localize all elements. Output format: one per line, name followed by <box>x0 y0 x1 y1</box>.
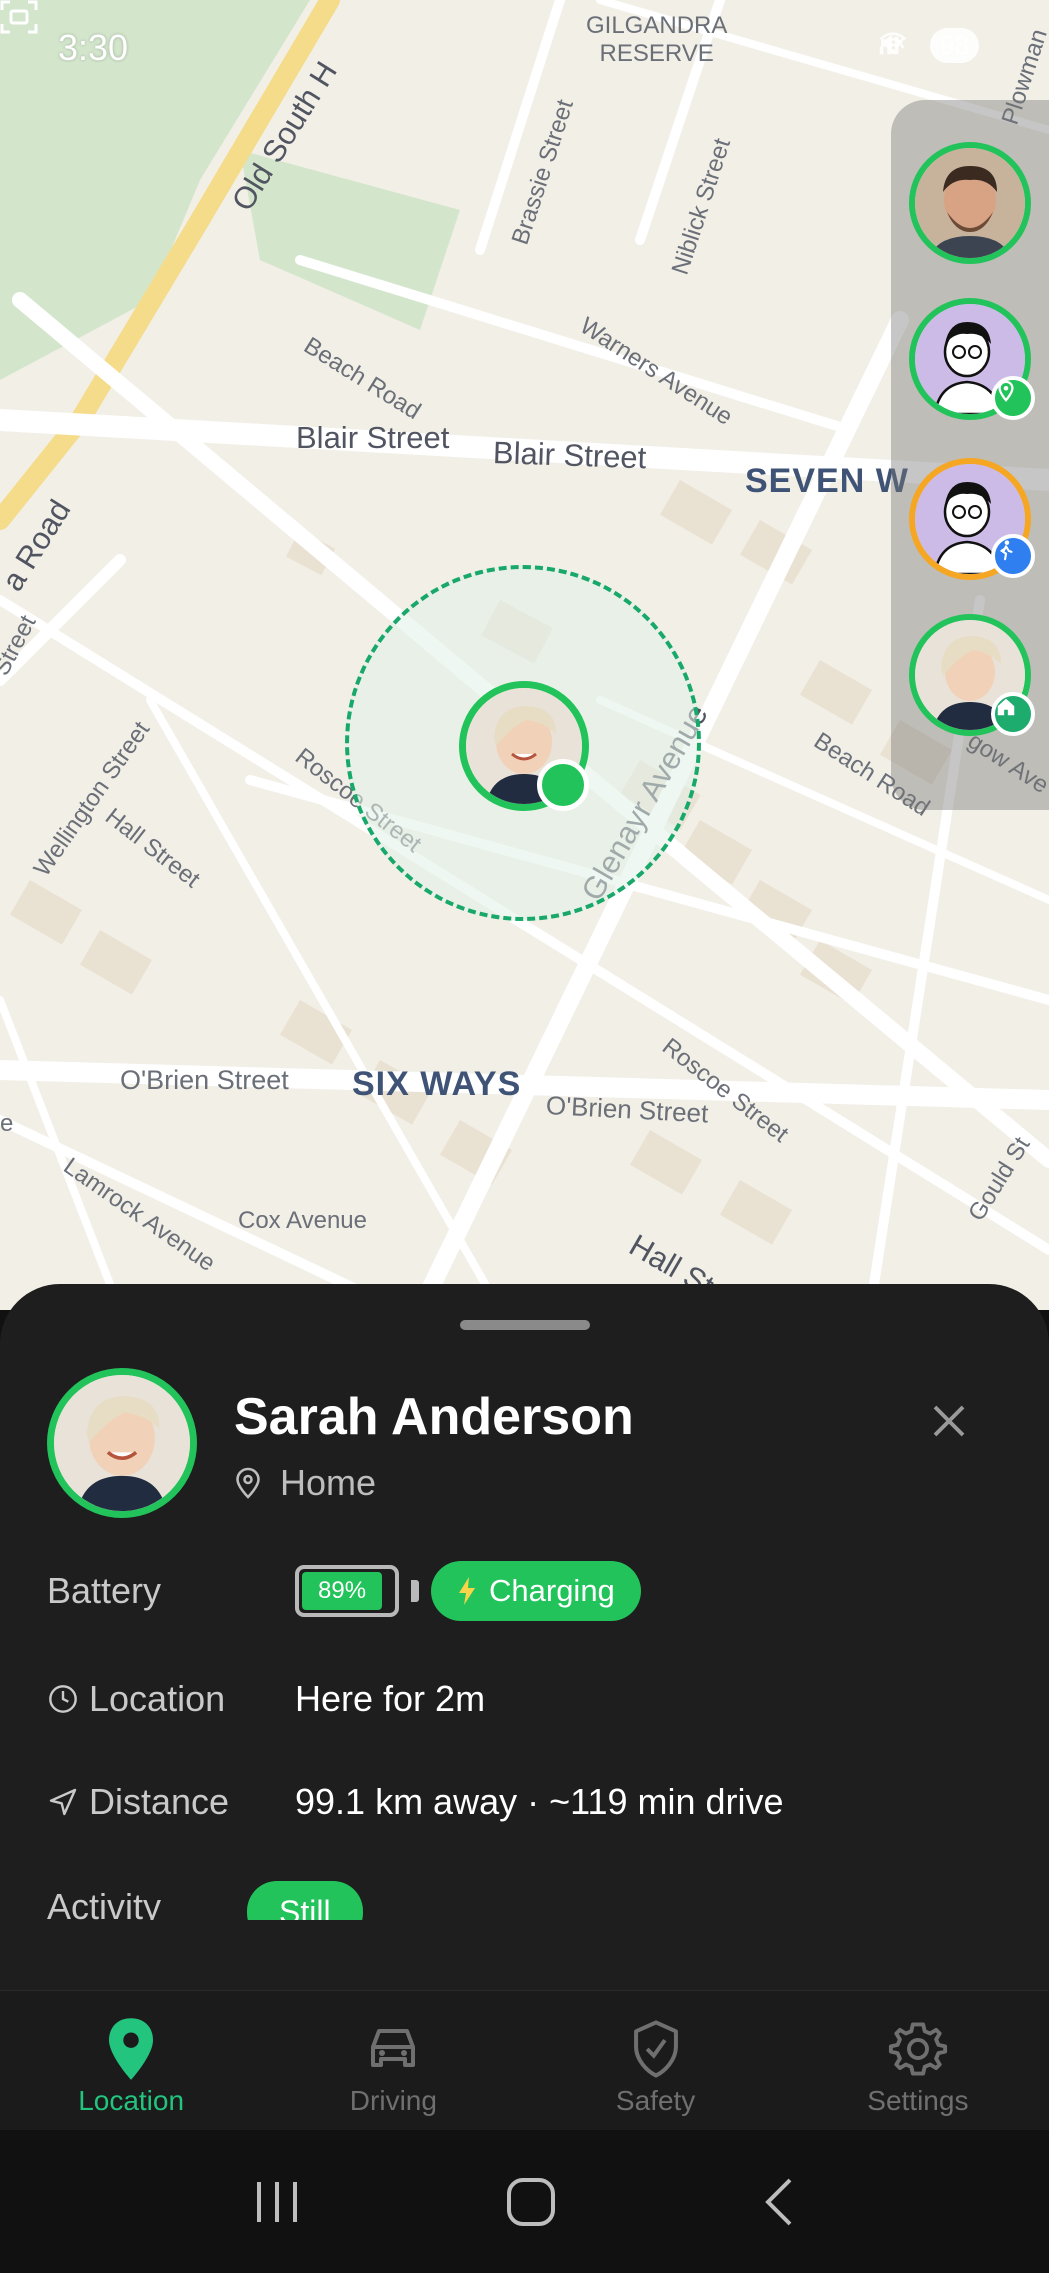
walking-badge-icon <box>991 534 1035 578</box>
nav-safety-label: Safety <box>615 2085 696 2116</box>
battery-label: Battery <box>47 1570 162 1611</box>
member-photo <box>915 148 1025 258</box>
map-label-street: Blair Street <box>296 420 450 455</box>
member-name: Sarah Anderson <box>234 1388 634 1446</box>
back-icon <box>765 2178 792 2225</box>
online-status-dot <box>537 759 589 811</box>
sheet-drag-handle[interactable] <box>460 1320 590 1330</box>
location-label: Location <box>89 1678 226 1719</box>
member-place-label: Home <box>280 1462 377 1503</box>
location-row: Location Here for 2m <box>47 1669 485 1729</box>
distance-label: Distance <box>89 1781 230 1822</box>
distance-value: 99.1 km away · ~119 min drive <box>295 1781 784 1822</box>
member-detail-sheet: Sarah Anderson Home Battery 89% Charging <box>0 1284 1049 1990</box>
battery-indicator: 89% <box>295 1565 399 1617</box>
home-button[interactable] <box>506 2177 556 2227</box>
member-avatar-1[interactable] <box>909 142 1031 264</box>
map-label-street: e <box>0 1110 14 1137</box>
gear-icon <box>888 2022 947 2076</box>
charging-label: Charging <box>489 1573 615 1608</box>
navigation-arrow-icon <box>47 1786 79 1818</box>
battery-tip <box>411 1580 419 1602</box>
member-rail <box>891 100 1049 810</box>
shield-check-icon <box>633 2020 678 2078</box>
nav-settings-label: Settings <box>867 2085 969 2116</box>
map-label-street: Cox Avenue <box>238 1207 367 1234</box>
sheet-scroll-clip <box>0 1920 1049 1990</box>
map-view[interactable]: GILGANDRA RESERVE Old South H Brassie St… <box>0 0 1049 1310</box>
map-label-street: O'Brien Street <box>120 1065 289 1095</box>
member-place: Home <box>234 1462 376 1504</box>
close-button[interactable] <box>918 1390 980 1452</box>
clock-icon <box>47 1683 79 1715</box>
map-label-district: SEVEN W <box>745 462 909 500</box>
place-pin-badge-icon <box>991 376 1035 420</box>
home-badge-icon <box>991 692 1035 736</box>
location-pin-icon <box>109 2018 154 2080</box>
car-icon <box>371 2029 416 2067</box>
recent-apps-icon <box>256 2181 297 2222</box>
battery-row: Battery 89% Charging <box>47 1561 641 1621</box>
status-time: 3:30 <box>58 26 129 68</box>
lightning-icon <box>457 1576 477 1606</box>
nav-location[interactable]: Location <box>0 1991 262 2130</box>
location-pin-icon <box>234 1466 262 1500</box>
location-value: Here for 2m <box>295 1678 486 1719</box>
status-bar: 3:30 98 <box>0 0 1049 95</box>
nav-safety[interactable]: Safety <box>525 1991 787 2130</box>
map-label-street: Blair Street <box>492 435 647 476</box>
bottom-navigation: Location Driving Safety Settings <box>0 1990 1049 2130</box>
nav-driving-label: Driving <box>349 2085 437 2116</box>
nav-settings[interactable]: Settings <box>787 1991 1049 2130</box>
status-battery: 98 <box>930 28 979 63</box>
nav-driving[interactable]: Driving <box>262 1991 524 2130</box>
system-navigation-bar <box>0 2130 1049 2273</box>
charging-badge: Charging <box>431 1561 641 1621</box>
member-avatar <box>47 1368 197 1518</box>
close-icon <box>933 1405 965 1437</box>
distance-row: Distance 99.1 km away · ~119 min drive <box>47 1772 784 1832</box>
battery-percent: 89% <box>302 1572 383 1610</box>
recent-apps-button[interactable] <box>253 2180 301 2224</box>
nav-location-label: Location <box>78 2085 185 2116</box>
home-icon <box>507 2177 556 2226</box>
map-label-district: SIX WAYS <box>352 1065 522 1103</box>
back-button[interactable] <box>762 2177 796 2227</box>
